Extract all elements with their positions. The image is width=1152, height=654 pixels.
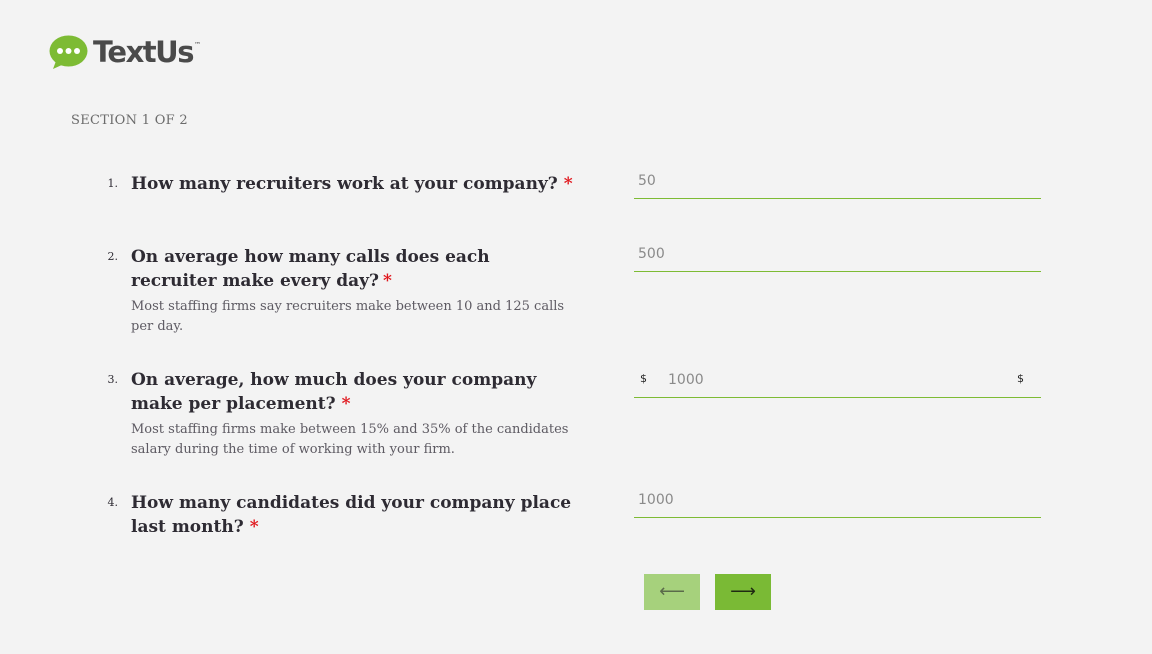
brand-name: TextUs [93,34,194,69]
placements-last-month-input[interactable] [638,485,998,515]
trademark-symbol: ™ [193,41,201,49]
question-number: 3. [107,373,119,386]
previous-button[interactable]: ⟵ [644,574,700,610]
question-title: On average how many calls does each recr… [131,245,580,293]
answer-field-4[interactable] [634,485,1041,518]
answer-field-2[interactable] [634,239,1041,272]
question-title: How many candidates did your company pla… [131,491,580,539]
answer-field-3[interactable]: $ $ [634,365,1041,398]
question-description: Most staffing firms say recruiters make … [131,299,565,334]
required-marker: * [341,394,351,414]
currency-prefix: $ [640,372,647,385]
required-marker: * [249,517,259,537]
chat-bubble-icon [49,35,88,70]
section-progress-label: SECTION 1 OF 2 [71,113,188,128]
question-text: How many candidates did your company pla… [131,493,572,537]
required-marker: * [382,271,392,291]
revenue-per-placement-input[interactable] [668,365,998,395]
question-number: 2. [107,250,119,263]
question-text: How many recruiters work at your company… [131,174,558,194]
calls-per-day-input[interactable] [638,239,998,269]
next-button[interactable]: ⟶ [715,574,771,610]
textus-logo: TextUs ™ [49,34,201,70]
question-2: 2. On average how many calls does each r… [100,245,580,337]
question-1: 1. How many recruiters work at your comp… [100,172,580,196]
answer-field-1[interactable] [634,166,1041,199]
question-text: On average how many calls does each recr… [131,247,490,291]
question-number: 1. [107,177,119,190]
question-number: 4. [107,496,119,509]
arrow-left-icon: ⟵ [659,581,685,602]
question-description: Most staffing firms make between 15% and… [131,422,569,457]
required-marker: * [563,174,573,194]
question-title: On average, how much does your company m… [131,368,580,416]
question-title: How many recruiters work at your company… [131,172,580,196]
question-3: 3. On average, how much does your compan… [100,368,580,460]
arrow-right-icon: ⟶ [730,581,756,602]
question-text: On average, how much does your company m… [131,370,537,414]
recruiters-count-input[interactable] [638,166,998,196]
currency-suffix: $ [1017,372,1024,385]
question-4: 4. How many candidates did your company … [100,491,580,539]
